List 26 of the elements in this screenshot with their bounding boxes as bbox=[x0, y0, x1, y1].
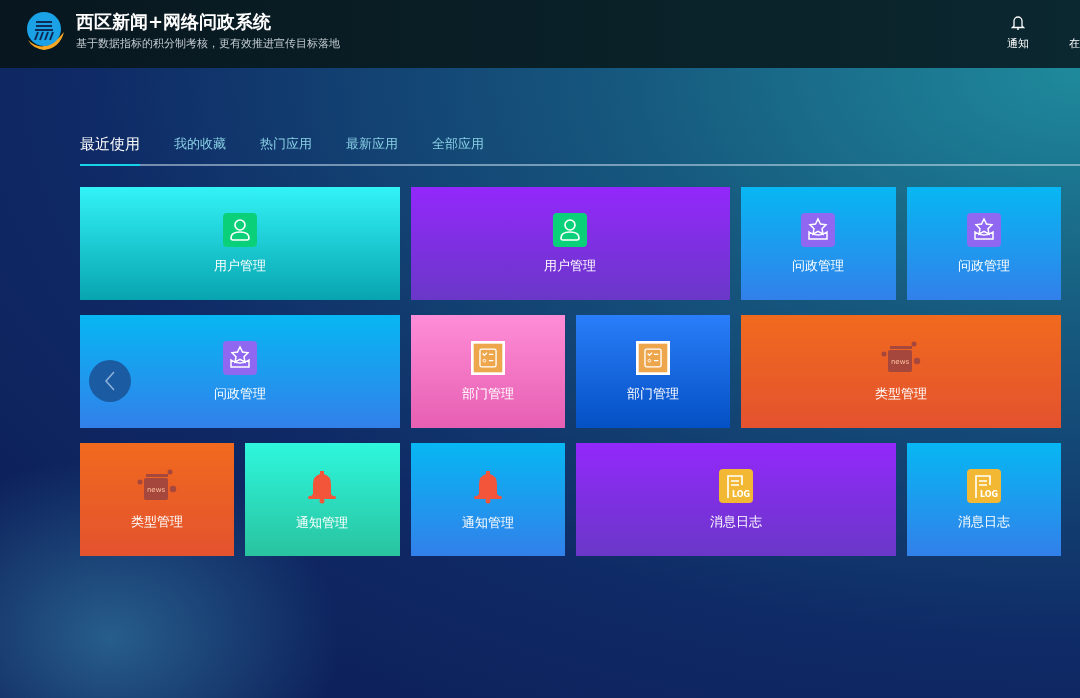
tab[interactable]: 全部应用 bbox=[432, 124, 484, 164]
log-icon: LOG bbox=[718, 468, 753, 503]
log-icon: LOG bbox=[966, 468, 1001, 503]
tab[interactable]: 最新应用 bbox=[346, 124, 398, 164]
bell-icon bbox=[1011, 14, 1025, 30]
app-tile[interactable]: LOG 消息日志 bbox=[906, 443, 1061, 556]
header-nav-button[interactable]: 通知 bbox=[1007, 14, 1029, 51]
checklist-icon bbox=[470, 340, 505, 375]
user-icon bbox=[222, 212, 257, 247]
app-subtitle: 基于数据指标的积分制考核，更有效推进宣传目标落地 bbox=[76, 37, 340, 51]
tab[interactable]: 最近使用 bbox=[80, 124, 140, 166]
logo-icon bbox=[24, 10, 66, 52]
app-tile[interactable]: 用户管理 bbox=[410, 187, 731, 300]
checklist-icon bbox=[636, 340, 671, 375]
app-tile[interactable]: 通知管理 bbox=[410, 443, 565, 556]
app-tile[interactable]: 问政管理 bbox=[906, 187, 1061, 300]
app-title: 西区新闻+网络问政系统 bbox=[76, 11, 273, 33]
user-icon bbox=[553, 212, 588, 247]
chevron-left-icon bbox=[103, 370, 117, 392]
tab[interactable]: 我的收藏 bbox=[174, 124, 226, 164]
app-tile[interactable]: 问政管理 bbox=[741, 187, 896, 300]
tab[interactable]: 热门应用 bbox=[260, 124, 312, 164]
app-tile[interactable]: 部门管理 bbox=[576, 315, 731, 428]
header-nav-button[interactable]: 在 bbox=[1069, 14, 1080, 51]
app-tile[interactable]: LOG 消息日志 bbox=[576, 443, 896, 556]
app-tile[interactable]: 问政管理 bbox=[80, 315, 400, 428]
